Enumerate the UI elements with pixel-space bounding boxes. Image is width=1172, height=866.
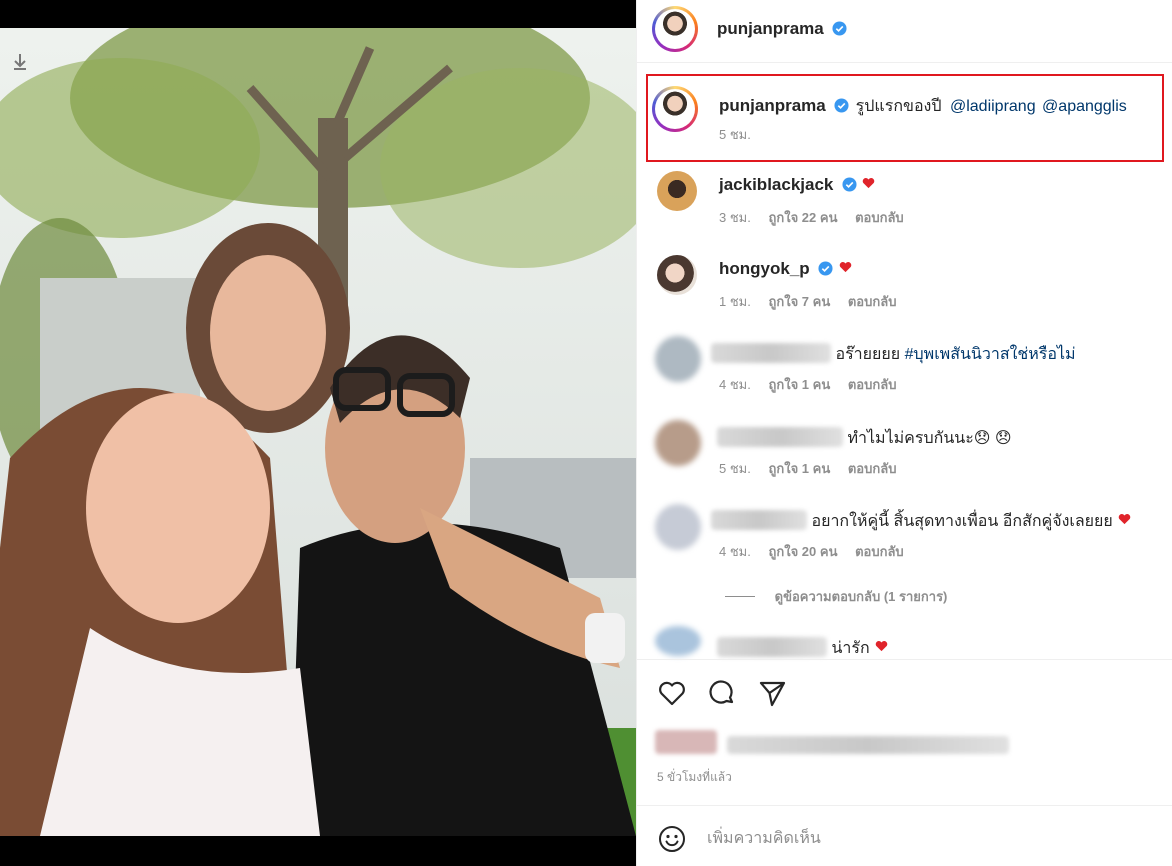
comment-text: อยากให้คู่นี้ สิ้นสุดทางเพื่อน อีกสักคู่… [811, 513, 1113, 530]
verified-badge-icon [818, 261, 833, 276]
reply-button[interactable]: ตอบกลับ [855, 210, 904, 225]
comment-likes[interactable]: ถูกใจ 20 คน [768, 544, 837, 559]
caption-meta: 5 ชม. [719, 124, 765, 145]
caption-author-avatar[interactable] [652, 86, 698, 132]
post-side-panel: punjanprama punjanprama รูปแรกของปี @lad… [636, 0, 1172, 866]
comment-text: น่ารัก [831, 640, 870, 657]
comment-text: ทำไมไม่ครบกันนะ😞 😞 [847, 430, 1012, 447]
heart-emoji-icon [839, 262, 851, 273]
post-header-author: punjanprama [717, 19, 847, 39]
verified-badge-icon [832, 21, 847, 36]
comment-likes[interactable]: ถูกใจ 7 คน [768, 294, 830, 309]
author-avatar[interactable] [652, 6, 698, 52]
post-photo-panel [0, 0, 636, 866]
divider [637, 805, 1172, 806]
commenter-avatar[interactable] [657, 171, 697, 211]
comment-meta: 5 ชม. ถูกใจ 1 คน ตอบกลับ [719, 458, 910, 479]
share-button[interactable] [757, 678, 787, 708]
blurred-username [711, 343, 831, 363]
divider [637, 659, 1172, 660]
blurred-username [711, 510, 807, 530]
comment-time: 5 ชม. [719, 461, 751, 476]
comment-time: 3 ชม. [719, 210, 751, 225]
post-timestamp[interactable]: 5 ขั่วโมงที่แล้ว [657, 768, 732, 787]
emoji-button[interactable] [657, 824, 687, 854]
comment: jackiblackjack [719, 175, 875, 195]
reply-button[interactable]: ตอบกลับ [848, 461, 897, 476]
selfie-photo [0, 28, 636, 836]
post-photo[interactable] [0, 28, 636, 836]
comment: อยากให้คู่นี้ สิ้นสุดทางเพื่อน อีกสักคู่… [711, 509, 1131, 534]
paper-plane-icon [759, 681, 786, 707]
view-replies-label[interactable]: ดูข้อความตอบกลับ (1 รายการ) [775, 589, 948, 604]
reply-button[interactable]: ตอบกลับ [848, 377, 897, 392]
blurred-avatar [655, 336, 701, 382]
caption-author[interactable]: punjanprama [719, 96, 826, 115]
comment-likes[interactable]: ถูกใจ 1 คน [768, 461, 830, 476]
blurred-username [717, 637, 827, 657]
comment: hongyok_p [719, 259, 852, 279]
comment-meta: 4 ชม. ถูกใจ 20 คน ตอบกลับ [719, 541, 918, 562]
heart-emoji-icon [875, 641, 888, 652]
comment-author[interactable]: hongyok_p [719, 259, 810, 278]
blurred-avatar [655, 626, 701, 656]
blurred-avatar [655, 504, 701, 550]
caption: punjanprama รูปแรกของปี @ladiiprang @apa… [719, 94, 1127, 119]
comment-button[interactable] [707, 678, 737, 708]
heart-emoji-icon [863, 178, 875, 189]
reply-button[interactable]: ตอบกลับ [855, 544, 904, 559]
commenter-avatar[interactable] [657, 255, 697, 295]
divider [637, 62, 1172, 63]
like-button[interactable] [657, 678, 687, 708]
comment-time: 4 ชม. [719, 377, 751, 392]
smiley-icon [659, 826, 685, 852]
mention-link[interactable]: @apangglis [1042, 98, 1127, 115]
author-username[interactable]: punjanprama [717, 19, 824, 38]
view-replies-button[interactable]: ดูข้อความตอบกลับ (1 รายการ) [725, 586, 947, 607]
blurred-avatar [655, 420, 701, 466]
comment: น่ารัก [717, 636, 888, 661]
comment-likes[interactable]: ถูกใจ 22 คน [768, 210, 837, 225]
comment: ทำไมไม่ครบกันนะ😞 😞 [717, 426, 1012, 451]
reply-button[interactable]: ตอบกลับ [848, 294, 897, 309]
blurred-username [717, 427, 843, 447]
comment-author[interactable]: jackiblackjack [719, 175, 833, 194]
heart-emoji-icon [1118, 514, 1131, 525]
comment-meta: 4 ชม. ถูกใจ 1 คน ตอบกลับ [719, 374, 910, 395]
blurred-liker-avatars [655, 730, 717, 754]
blurred-likes-text [727, 736, 1010, 754]
divider [725, 596, 755, 597]
add-comment-input[interactable] [707, 826, 1107, 852]
comment-meta: 3 ชม. ถูกใจ 22 คน ตอบกลับ [719, 207, 918, 228]
caption-time: 5 ชม. [719, 127, 751, 142]
comment: อร๊ายยยย #บุพเพสันนิวาสใช่หรือไม่ [711, 342, 1076, 367]
comment-time: 1 ชม. [719, 294, 751, 309]
caption-text: รูปแรกของปี [855, 98, 942, 115]
comment-likes[interactable]: ถูกใจ 1 คน [768, 377, 830, 392]
verified-badge-icon [834, 98, 849, 113]
verified-badge-icon [842, 177, 857, 192]
comment-meta: 1 ชม. ถูกใจ 7 คน ตอบกลับ [719, 291, 910, 312]
comment-text: อร๊ายยยย [835, 346, 901, 363]
hashtag-link[interactable]: #บุพเพสันนิวาสใช่หรือไม่ [905, 346, 1076, 363]
mention-link[interactable]: @ladiiprang [950, 98, 1036, 115]
heart-icon [659, 681, 685, 706]
comment-time: 4 ชม. [719, 544, 751, 559]
comment-bubble-icon [709, 680, 734, 704]
likes-summary[interactable] [655, 730, 1010, 755]
download-arrow-icon [14, 54, 26, 70]
